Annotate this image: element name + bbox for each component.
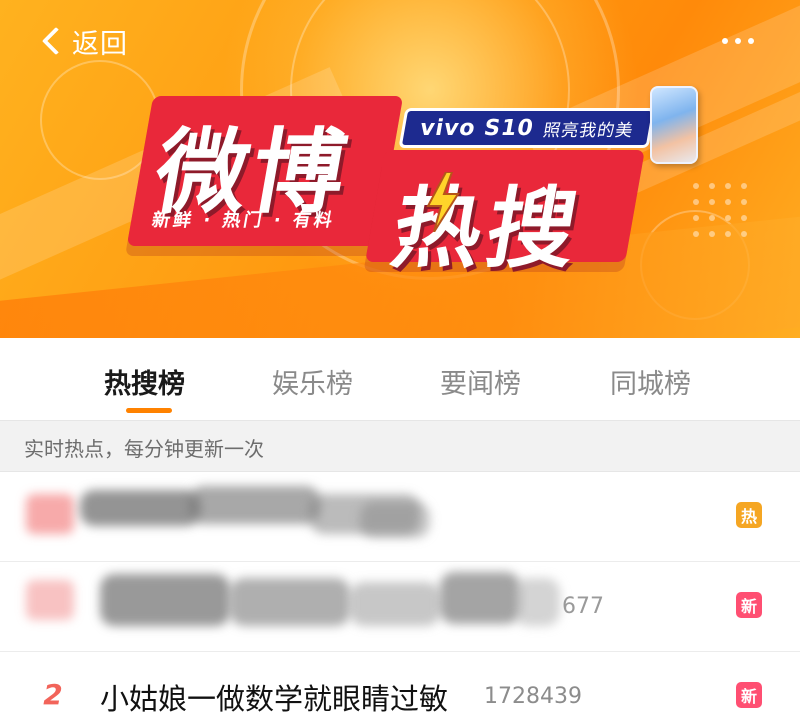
sponsor-tagline: 照亮我的美	[541, 120, 636, 141]
new-badge: 新	[736, 682, 762, 708]
ranking-tabs: 热搜榜 娱乐榜 要闻榜 同城榜	[0, 338, 800, 418]
hot-badge: 热	[736, 502, 762, 528]
hot-count: 677	[562, 594, 604, 619]
decor-dots	[693, 183, 747, 237]
obscured-rank	[26, 494, 74, 534]
new-badge: 新	[736, 592, 762, 618]
weibo-hot-search-banner: 返回 微博 热搜 新鲜 · 热门 · 有料 vivo S10 照亮我的美	[0, 0, 800, 338]
update-notice: 实时热点，每分钟更新一次	[0, 420, 800, 472]
logo-resou: 热搜	[384, 177, 591, 280]
back-label: 返回	[72, 28, 128, 60]
lightning-bolt-icon	[426, 172, 460, 232]
tab-hot-search[interactable]: 热搜榜	[104, 362, 185, 401]
topic-title[interactable]: 小姑娘一做数学就眼睛过敏	[100, 676, 448, 718]
sponsor-badge[interactable]: vivo S10 照亮我的美	[398, 108, 656, 148]
active-tab-indicator	[126, 408, 172, 413]
back-button[interactable]: 返回	[36, 18, 128, 64]
rank-number: 2	[43, 678, 63, 711]
list-item[interactable]: 热	[0, 472, 800, 562]
phone-image	[650, 86, 698, 164]
more-options-icon[interactable]	[722, 38, 754, 44]
tab-local[interactable]: 同城榜	[610, 362, 691, 401]
tab-entertainment[interactable]: 娱乐榜	[272, 362, 353, 401]
obscured-title	[80, 490, 200, 526]
tab-news[interactable]: 要闻榜	[440, 362, 521, 401]
chevron-left-icon	[41, 26, 71, 56]
hot-count: 1728439	[484, 684, 582, 709]
banner-slogan: 新鲜 · 热门 · 有料	[150, 210, 337, 231]
obscured-title	[100, 574, 230, 626]
list-item[interactable]: 677 新	[0, 562, 800, 652]
sponsor-brand: vivo S10	[418, 115, 536, 141]
update-notice-text: 实时热点，每分钟更新一次	[24, 437, 264, 461]
obscured-rank	[26, 580, 74, 620]
list-item[interactable]: 2 小姑娘一做数学就眼睛过敏 1728439 新	[0, 652, 800, 722]
